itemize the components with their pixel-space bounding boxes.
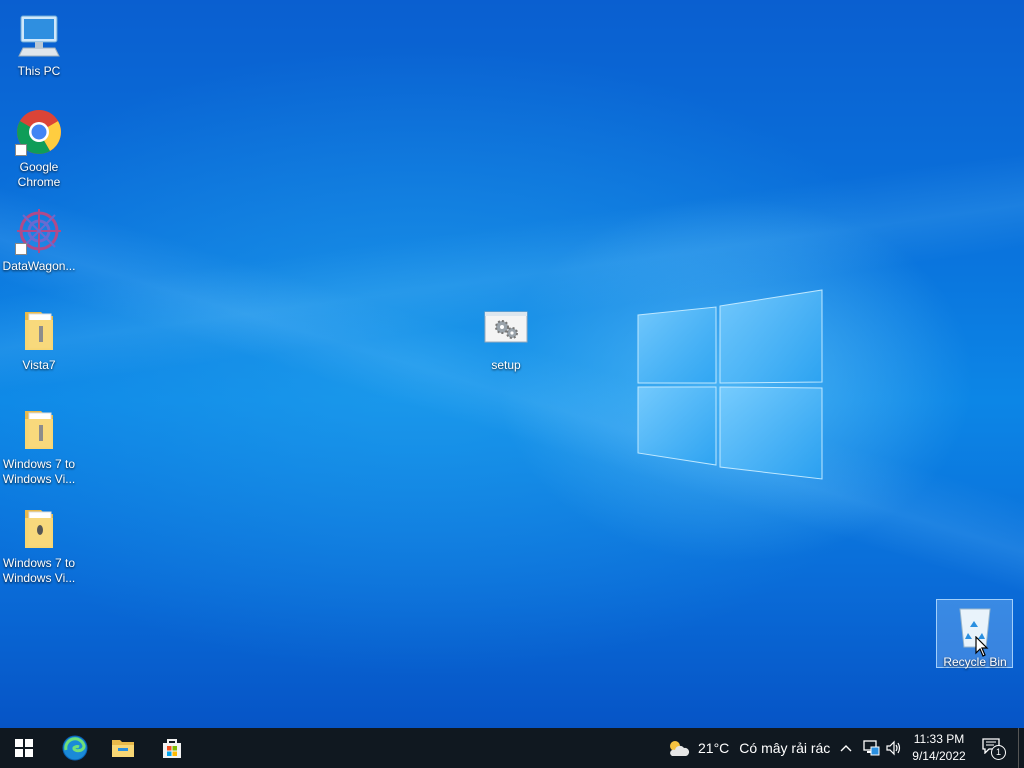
chevron-up-icon	[840, 745, 852, 752]
network-icon	[863, 740, 880, 756]
speaker-icon	[886, 740, 901, 756]
shortcut-arrow-icon	[15, 243, 27, 255]
desktop-icon-datawagon[interactable]: DataWagon...	[1, 207, 77, 274]
folder-icon	[15, 405, 63, 453]
desktop-icon-label: This PC	[17, 64, 61, 78]
partly-cloudy-icon	[670, 741, 690, 756]
edge-icon	[62, 735, 88, 761]
windows-logo-wallpaper	[637, 289, 823, 480]
taskbar-clock[interactable]: 11:33 PM 9/14/2022	[906, 731, 972, 765]
folder-icon	[15, 306, 63, 354]
desktop-icon-this-pc[interactable]: This PC	[1, 12, 77, 79]
desktop-icon-windows7-folder[interactable]: Windows 7 to Windows Vi...	[1, 405, 77, 487]
weather-temperature: 21°C	[698, 740, 730, 756]
clock-time: 11:33 PM	[913, 732, 965, 746]
action-center-button[interactable]: 1	[980, 728, 1006, 768]
desktop-icon-setup[interactable]: setup	[468, 306, 544, 373]
taskbar: 21°C Có mây rải rác 11:33 PM 9/14/2022 1	[0, 728, 1024, 768]
show-desktop-button[interactable]	[1018, 728, 1024, 768]
clock-date: 9/14/2022	[912, 749, 966, 763]
taskbar-store-button[interactable]	[148, 728, 196, 768]
desktop-background: This PC Google Chrome DataWagon... Vista…	[0, 0, 1024, 728]
desktop-icon-label: Windows 7 to Windows Vi...	[2, 556, 76, 585]
desktop-icon-label: Google Chrome	[17, 160, 61, 189]
mouse-cursor-icon	[975, 636, 989, 657]
datawagon-icon	[15, 207, 63, 255]
desktop-icon-label: setup	[491, 358, 521, 372]
file-explorer-icon	[112, 740, 134, 757]
show-hidden-icons-button[interactable]	[838, 728, 854, 768]
setup-gears-icon	[482, 306, 530, 354]
windows-start-icon	[15, 739, 33, 757]
folder-icon	[15, 504, 63, 552]
volume-tray-button[interactable]	[884, 728, 904, 768]
chrome-icon	[15, 108, 63, 156]
desktop-icon-google-chrome[interactable]: Google Chrome	[1, 108, 77, 190]
taskbar-file-explorer-button[interactable]	[99, 728, 147, 768]
desktop-icon-label: Windows 7 to Windows Vi...	[2, 457, 76, 486]
microsoft-store-icon	[163, 739, 181, 758]
network-tray-button[interactable]	[861, 728, 881, 768]
desktop-icon-label: DataWagon...	[2, 259, 76, 273]
weather-condition: Có mây rải rác	[739, 740, 831, 756]
desktop-icon-windows7-folder[interactable]: Windows 7 to Windows Vi...	[1, 504, 77, 586]
desktop-icon-vista7-folder[interactable]: Vista7	[1, 306, 77, 373]
shortcut-arrow-icon	[15, 144, 27, 156]
notification-badge: 1	[991, 745, 1006, 760]
taskbar-edge-button[interactable]	[51, 728, 99, 768]
desktop-icon-label: Vista7	[22, 358, 56, 372]
computer-icon	[15, 12, 63, 60]
start-button[interactable]	[0, 728, 48, 768]
weather-widget[interactable]: 21°C Có mây rải rác	[666, 728, 830, 768]
